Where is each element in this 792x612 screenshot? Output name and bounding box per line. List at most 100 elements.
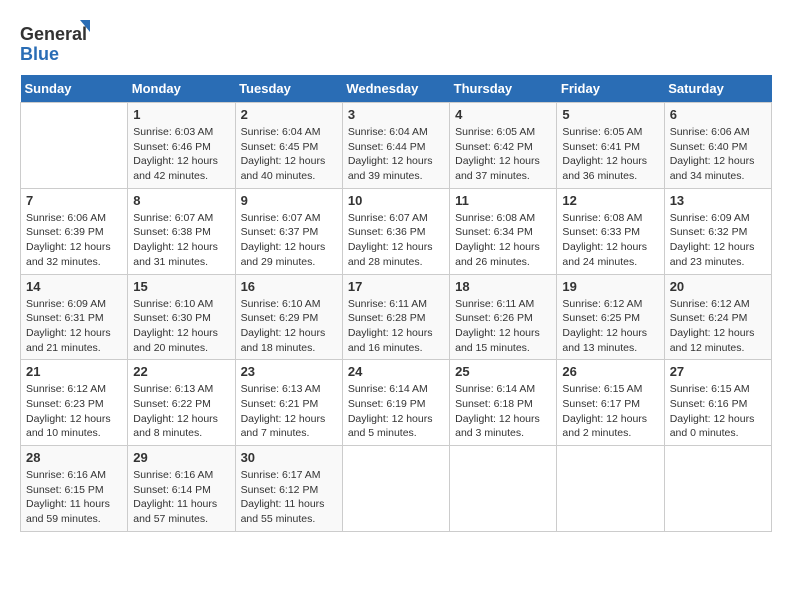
day-cell: 14 Sunrise: 6:09 AM Sunset: 6:31 PM Dayli…: [21, 274, 128, 360]
day-cell: [557, 446, 664, 532]
day-number: 9: [241, 193, 337, 208]
day-number: 11: [455, 193, 551, 208]
day-cell: 30 Sunrise: 6:17 AM Sunset: 6:12 PM Dayli…: [235, 446, 342, 532]
week-row-4: 21 Sunrise: 6:12 AM Sunset: 6:23 PM Dayli…: [21, 360, 772, 446]
day-cell: 7Sunrise: 6:06 AM Sunset: 6:39 PM Daylig…: [21, 188, 128, 274]
day-number: 15: [133, 279, 229, 294]
day-info: Sunrise: 6:08 AM Sunset: 6:33 PM Dayligh…: [562, 211, 658, 270]
week-row-2: 7Sunrise: 6:06 AM Sunset: 6:39 PM Daylig…: [21, 188, 772, 274]
week-row-1: 1Sunrise: 6:03 AM Sunset: 6:46 PM Daylig…: [21, 103, 772, 189]
day-info: Sunrise: 6:17 AM Sunset: 6:12 PM Dayligh…: [241, 468, 337, 527]
day-info: Sunrise: 6:13 AM Sunset: 6:21 PM Dayligh…: [241, 382, 337, 441]
day-cell: 9 Sunrise: 6:07 AM Sunset: 6:37 PM Daylig…: [235, 188, 342, 274]
day-number: 21: [26, 364, 122, 379]
logo-svg: GeneralBlue: [20, 20, 100, 65]
header-cell-wednesday: Wednesday: [342, 75, 449, 103]
header-cell-tuesday: Tuesday: [235, 75, 342, 103]
day-cell: 21 Sunrise: 6:12 AM Sunset: 6:23 PM Dayli…: [21, 360, 128, 446]
day-number: 17: [348, 279, 444, 294]
day-info: Sunrise: 6:12 AM Sunset: 6:25 PM Dayligh…: [562, 297, 658, 356]
header-cell-thursday: Thursday: [450, 75, 557, 103]
calendar-body: 1Sunrise: 6:03 AM Sunset: 6:46 PM Daylig…: [21, 103, 772, 532]
day-number: 18: [455, 279, 551, 294]
day-info: Sunrise: 6:04 AM Sunset: 6:45 PM Dayligh…: [241, 125, 337, 184]
day-info: Sunrise: 6:11 AM Sunset: 6:26 PM Dayligh…: [455, 297, 551, 356]
logo: GeneralBlue: [20, 20, 100, 65]
day-number: 27: [670, 364, 766, 379]
day-info: Sunrise: 6:10 AM Sunset: 6:29 PM Dayligh…: [241, 297, 337, 356]
day-number: 1: [133, 107, 229, 122]
day-cell: 17 Sunrise: 6:11 AM Sunset: 6:28 PM Dayli…: [342, 274, 449, 360]
day-cell: 1Sunrise: 6:03 AM Sunset: 6:46 PM Daylig…: [128, 103, 235, 189]
calendar-table: SundayMondayTuesdayWednesdayThursdayFrid…: [20, 75, 772, 532]
day-number: 12: [562, 193, 658, 208]
day-info: Sunrise: 6:04 AM Sunset: 6:44 PM Dayligh…: [348, 125, 444, 184]
day-info: Sunrise: 6:14 AM Sunset: 6:19 PM Dayligh…: [348, 382, 444, 441]
day-info: Sunrise: 6:11 AM Sunset: 6:28 PM Dayligh…: [348, 297, 444, 356]
header-cell-saturday: Saturday: [664, 75, 771, 103]
day-cell: 23 Sunrise: 6:13 AM Sunset: 6:21 PM Dayli…: [235, 360, 342, 446]
day-info: Sunrise: 6:15 AM Sunset: 6:17 PM Dayligh…: [562, 382, 658, 441]
day-number: 26: [562, 364, 658, 379]
day-number: 7: [26, 193, 122, 208]
day-number: 5: [562, 107, 658, 122]
svg-text:Blue: Blue: [20, 44, 59, 64]
day-info: Sunrise: 6:07 AM Sunset: 6:38 PM Dayligh…: [133, 211, 229, 270]
day-cell: 2 Sunrise: 6:04 AM Sunset: 6:45 PM Daylig…: [235, 103, 342, 189]
day-info: Sunrise: 6:16 AM Sunset: 6:14 PM Dayligh…: [133, 468, 229, 527]
day-cell: 25 Sunrise: 6:14 AM Sunset: 6:18 PM Dayli…: [450, 360, 557, 446]
day-info: Sunrise: 6:09 AM Sunset: 6:31 PM Dayligh…: [26, 297, 122, 356]
day-info: Sunrise: 6:07 AM Sunset: 6:36 PM Dayligh…: [348, 211, 444, 270]
day-info: Sunrise: 6:14 AM Sunset: 6:18 PM Dayligh…: [455, 382, 551, 441]
day-cell: 6 Sunrise: 6:06 AM Sunset: 6:40 PM Daylig…: [664, 103, 771, 189]
day-number: 29: [133, 450, 229, 465]
day-number: 2: [241, 107, 337, 122]
day-info: Sunrise: 6:08 AM Sunset: 6:34 PM Dayligh…: [455, 211, 551, 270]
day-cell: 18 Sunrise: 6:11 AM Sunset: 6:26 PM Dayli…: [450, 274, 557, 360]
header-cell-sunday: Sunday: [21, 75, 128, 103]
day-number: 8: [133, 193, 229, 208]
day-cell: 4 Sunrise: 6:05 AM Sunset: 6:42 PM Daylig…: [450, 103, 557, 189]
day-number: 28: [26, 450, 122, 465]
day-number: 23: [241, 364, 337, 379]
day-cell: [342, 446, 449, 532]
day-cell: 29 Sunrise: 6:16 AM Sunset: 6:14 PM Dayli…: [128, 446, 235, 532]
page-header: GeneralBlue: [20, 20, 772, 65]
day-cell: 15 Sunrise: 6:10 AM Sunset: 6:30 PM Dayli…: [128, 274, 235, 360]
day-info: Sunrise: 6:05 AM Sunset: 6:42 PM Dayligh…: [455, 125, 551, 184]
day-number: 4: [455, 107, 551, 122]
day-cell: 26 Sunrise: 6:15 AM Sunset: 6:17 PM Dayli…: [557, 360, 664, 446]
day-cell: [21, 103, 128, 189]
day-info: Sunrise: 6:16 AM Sunset: 6:15 PM Dayligh…: [26, 468, 122, 527]
day-info: Sunrise: 6:06 AM Sunset: 6:40 PM Dayligh…: [670, 125, 766, 184]
day-info: Sunrise: 6:10 AM Sunset: 6:30 PM Dayligh…: [133, 297, 229, 356]
svg-text:General: General: [20, 24, 87, 44]
day-cell: [450, 446, 557, 532]
day-info: Sunrise: 6:13 AM Sunset: 6:22 PM Dayligh…: [133, 382, 229, 441]
day-cell: 10Sunrise: 6:07 AM Sunset: 6:36 PM Dayli…: [342, 188, 449, 274]
day-cell: 3Sunrise: 6:04 AM Sunset: 6:44 PM Daylig…: [342, 103, 449, 189]
day-number: 14: [26, 279, 122, 294]
day-number: 13: [670, 193, 766, 208]
day-number: 24: [348, 364, 444, 379]
day-cell: 12 Sunrise: 6:08 AM Sunset: 6:33 PM Dayli…: [557, 188, 664, 274]
day-info: Sunrise: 6:15 AM Sunset: 6:16 PM Dayligh…: [670, 382, 766, 441]
day-cell: 8 Sunrise: 6:07 AM Sunset: 6:38 PM Daylig…: [128, 188, 235, 274]
day-cell: 24 Sunrise: 6:14 AM Sunset: 6:19 PM Dayli…: [342, 360, 449, 446]
day-cell: 20Sunrise: 6:12 AM Sunset: 6:24 PM Dayli…: [664, 274, 771, 360]
day-cell: 27 Sunrise: 6:15 AM Sunset: 6:16 PM Dayli…: [664, 360, 771, 446]
day-number: 6: [670, 107, 766, 122]
day-info: Sunrise: 6:12 AM Sunset: 6:23 PM Dayligh…: [26, 382, 122, 441]
day-number: 20: [670, 279, 766, 294]
day-cell: 5Sunrise: 6:05 AM Sunset: 6:41 PM Daylig…: [557, 103, 664, 189]
day-info: Sunrise: 6:07 AM Sunset: 6:37 PM Dayligh…: [241, 211, 337, 270]
day-number: 25: [455, 364, 551, 379]
day-cell: 16Sunrise: 6:10 AM Sunset: 6:29 PM Dayli…: [235, 274, 342, 360]
week-row-3: 14 Sunrise: 6:09 AM Sunset: 6:31 PM Dayli…: [21, 274, 772, 360]
calendar-header: SundayMondayTuesdayWednesdayThursdayFrid…: [21, 75, 772, 103]
day-cell: 22 Sunrise: 6:13 AM Sunset: 6:22 PM Dayli…: [128, 360, 235, 446]
day-number: 30: [241, 450, 337, 465]
day-number: 22: [133, 364, 229, 379]
day-cell: 11 Sunrise: 6:08 AM Sunset: 6:34 PM Dayli…: [450, 188, 557, 274]
day-cell: [664, 446, 771, 532]
